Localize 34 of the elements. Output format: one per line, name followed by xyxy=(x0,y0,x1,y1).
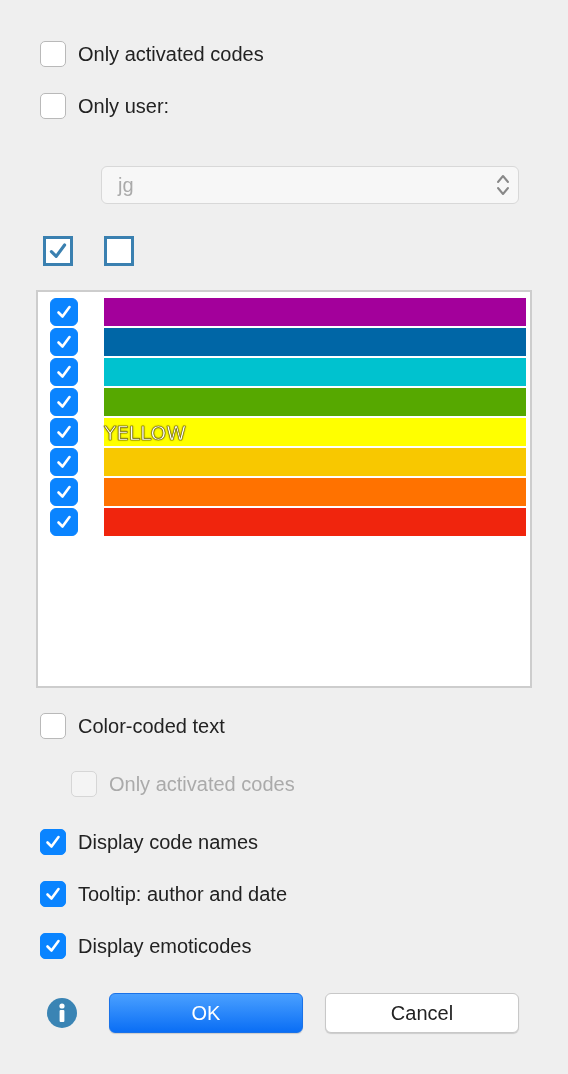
stepper-arrows-icon xyxy=(496,173,510,197)
ok-button[interactable]: OK xyxy=(109,993,303,1033)
checkbox-label: Only activated codes xyxy=(78,42,264,66)
checkbox[interactable] xyxy=(40,881,66,907)
info-icon[interactable] xyxy=(47,998,77,1028)
checkbox-label: Only user: xyxy=(78,94,170,118)
checkbox[interactable] xyxy=(50,328,78,356)
checkbox[interactable] xyxy=(40,933,66,959)
code-color-bar[interactable] xyxy=(104,328,526,356)
checkbox-label: Tooltip: author and date xyxy=(78,882,288,906)
checkbox-label: Only activated codes xyxy=(109,772,295,796)
checkbox[interactable] xyxy=(50,508,78,536)
checkbox[interactable] xyxy=(40,713,66,739)
code-color-bar[interactable] xyxy=(104,358,526,386)
code-color-bar[interactable] xyxy=(104,478,526,506)
checkbox[interactable] xyxy=(50,298,78,326)
code-color-bar[interactable] xyxy=(104,448,526,476)
checkbox[interactable] xyxy=(50,388,78,416)
checkbox[interactable] xyxy=(40,829,66,855)
checkbox[interactable] xyxy=(50,418,78,446)
code-color-bar[interactable] xyxy=(104,388,526,416)
checkbox[interactable] xyxy=(50,478,78,506)
cancel-button[interactable]: Cancel xyxy=(325,993,519,1033)
checkbox-label: Display emoticodes xyxy=(78,934,252,958)
check-all-button[interactable] xyxy=(43,236,73,266)
checkbox-label: Color-coded text xyxy=(78,714,225,738)
code-color-bar[interactable] xyxy=(104,508,526,536)
checkbox[interactable] xyxy=(50,448,78,476)
checkbox[interactable] xyxy=(40,41,66,67)
uncheck-all-button[interactable] xyxy=(104,236,134,266)
checkbox[interactable] xyxy=(40,93,66,119)
checkbox[interactable] xyxy=(50,358,78,386)
checkbox-label: Display code names xyxy=(78,830,259,854)
code-color-bar[interactable] xyxy=(104,298,526,326)
